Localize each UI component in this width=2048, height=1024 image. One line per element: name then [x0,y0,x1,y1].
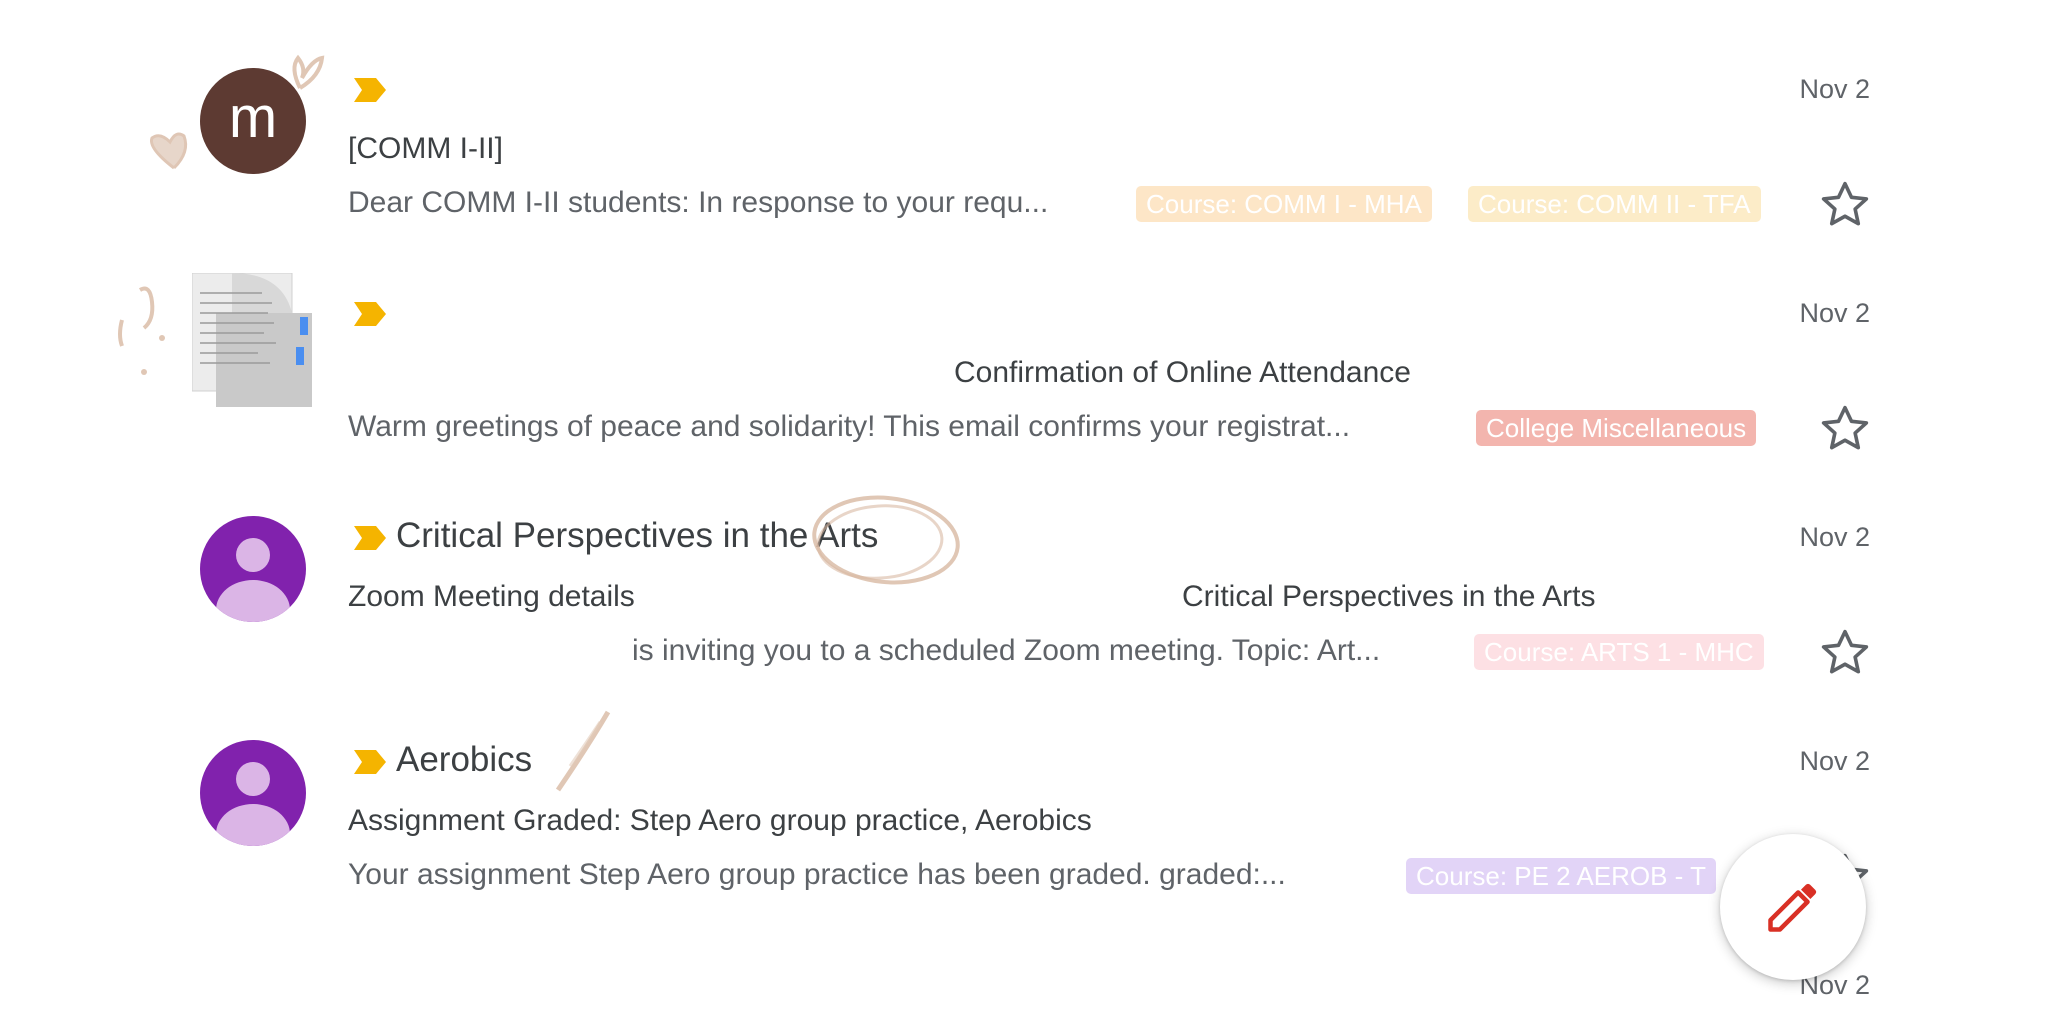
email-snippet: Warm greetings of peace and solidarity! … [348,410,1351,443]
person-icon [236,538,270,572]
importance-marker-icon[interactable] [354,78,386,102]
email-subject: [COMM I-II] [348,132,503,165]
importance-marker-icon[interactable] [354,302,386,326]
email-subject-detail: Critical Perspectives in the Arts [1182,580,1596,613]
avatar-letter: m [228,85,278,150]
star-outline-icon[interactable] [1818,402,1872,456]
email-date: Nov 2 [1799,746,1870,776]
email-subject: Zoom Meeting details [348,580,635,613]
label-chip[interactable]: Course: ARTS 1 - MHC [1474,634,1764,670]
document-thumbnail[interactable] [191,272,314,407]
email-date: Nov 2 [1799,298,1870,328]
label-chip[interactable]: Course: COMM II - TFA [1468,186,1761,222]
email-sender: Critical Perspectives in the Arts [396,516,879,555]
document-icon [191,272,312,407]
email-snippet: Dear COMM I-II students: In response to … [348,186,1049,219]
label-chip[interactable]: Course: COMM I - MHA [1136,186,1432,222]
email-date: Nov 2 [1799,522,1870,552]
email-snippet: is inviting you to a scheduled Zoom meet… [632,634,1381,667]
email-date: Nov 2 [1799,74,1870,104]
star-outline-icon[interactable] [1818,626,1872,680]
person-icon-body [216,580,290,622]
email-subject: Confirmation of Online Attendance [954,356,1411,389]
importance-marker-icon[interactable] [354,750,386,774]
avatar[interactable] [200,740,306,846]
email-snippet: Your assignment Step Aero group practice… [348,858,1286,891]
compose-button[interactable] [1720,834,1866,980]
person-icon [236,762,270,796]
email-sender: Aerobics [396,740,533,779]
avatar[interactable] [200,516,306,622]
star-outline-icon[interactable] [1818,178,1872,232]
label-chip[interactable]: Course: PE 2 AEROB - T [1406,858,1716,894]
pencil-icon [1768,883,1817,932]
email-subject: Assignment Graded: Step Aero group pract… [348,804,1092,837]
importance-marker-icon[interactable] [354,526,386,550]
person-icon-body [216,804,290,846]
label-chip[interactable]: College Miscellaneous [1476,410,1757,446]
sender-avatar[interactable]: m [200,68,306,174]
